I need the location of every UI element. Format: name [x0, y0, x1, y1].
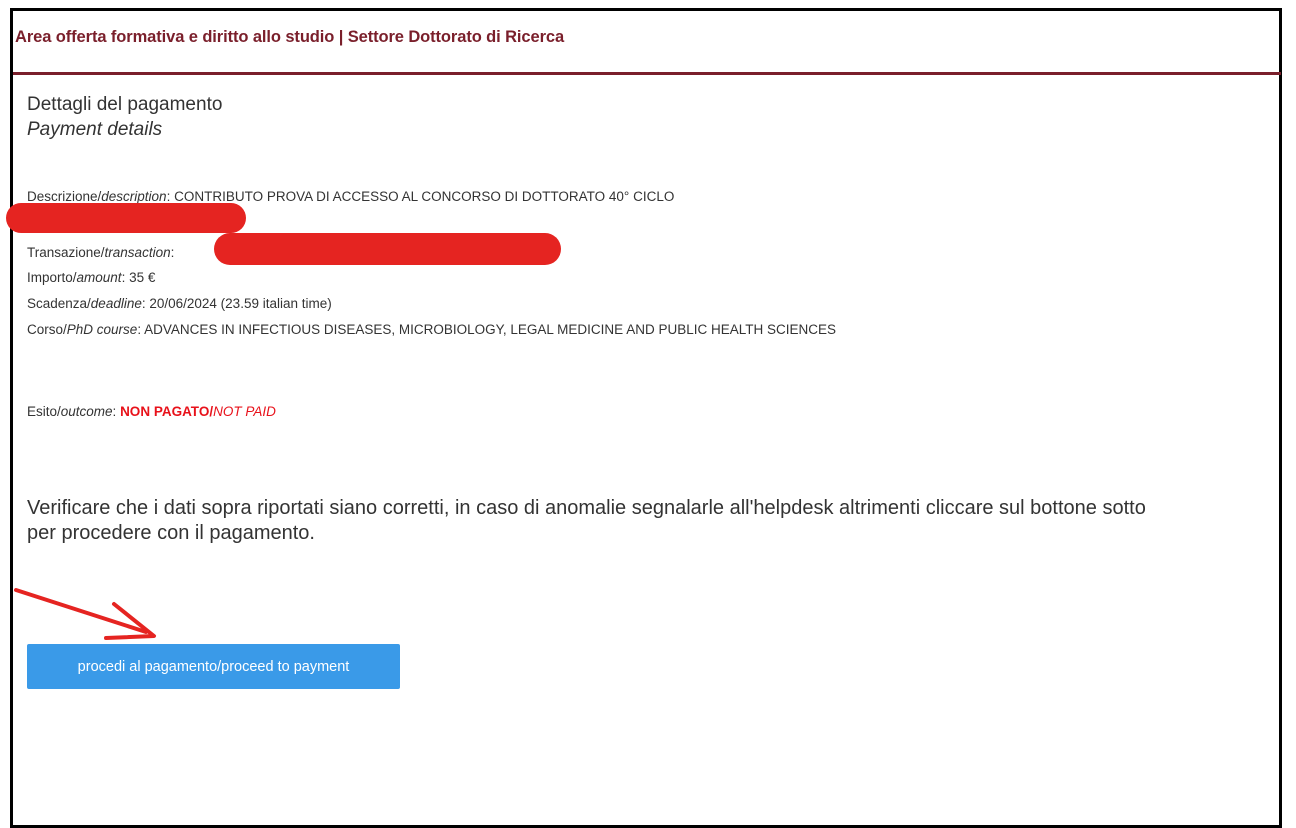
transaction-label: Transazione/: [27, 245, 105, 260]
course-label-en: PhD course: [66, 322, 138, 337]
header-divider: [13, 72, 1281, 75]
redaction-mark-1: [6, 203, 246, 233]
description-label-en: description: [101, 189, 167, 204]
outcome-row: Esito/outcome: NON PAGATO/NOT PAID: [27, 404, 276, 419]
course-value: ADVANCES IN INFECTIOUS DISEASES, MICROBI…: [144, 322, 836, 337]
deadline-label: Scadenza/: [27, 296, 91, 311]
outcome-label-en: outcome: [60, 404, 113, 419]
transaction-row: Transazione/transaction:: [27, 245, 175, 260]
amount-label: Importo/: [27, 270, 77, 285]
deadline-label-en: deadline: [90, 296, 142, 311]
header-title: Area offerta formativa e diritto allo st…: [15, 28, 565, 46]
status-badge-en: NOT PAID: [213, 404, 276, 419]
deadline-value: 20/06/2024 (23.59 italian time): [149, 296, 332, 311]
course-label: Corso/: [27, 322, 67, 337]
page-title: Dettagli del pagamento: [27, 94, 223, 115]
notice-text: Verificare che i dati sopra riportati si…: [27, 497, 1146, 544]
outcome-label: Esito/: [27, 404, 61, 419]
status-badge-it: NON PAGATO: [120, 404, 210, 419]
amount-label-en: amount: [76, 270, 122, 285]
description-row: Descrizione/description: CONTRIBUTO PROV…: [27, 189, 675, 204]
transaction-label-en: transaction: [104, 245, 171, 260]
deadline-row: Scadenza/deadline: 20/06/2024 (23.59 ita…: [27, 296, 332, 311]
page-header: Area offerta formativa e diritto allo st…: [15, 28, 1281, 68]
proceed-to-payment-button[interactable]: procedi al pagamento/proceed to payment: [27, 644, 400, 689]
amount-row: Importo/amount: 35 €: [27, 270, 156, 285]
amount-value: 35 €: [129, 270, 156, 285]
redaction-mark-2: [214, 233, 561, 265]
course-row: Corso/PhD course: ADVANCES IN INFECTIOUS…: [27, 322, 836, 337]
page-subtitle: Payment details: [27, 119, 163, 140]
description-value: CONTRIBUTO PROVA DI ACCESSO AL CONCORSO …: [174, 189, 675, 204]
description-label: Descrizione/: [27, 189, 102, 204]
arrow-icon: [14, 588, 156, 640]
